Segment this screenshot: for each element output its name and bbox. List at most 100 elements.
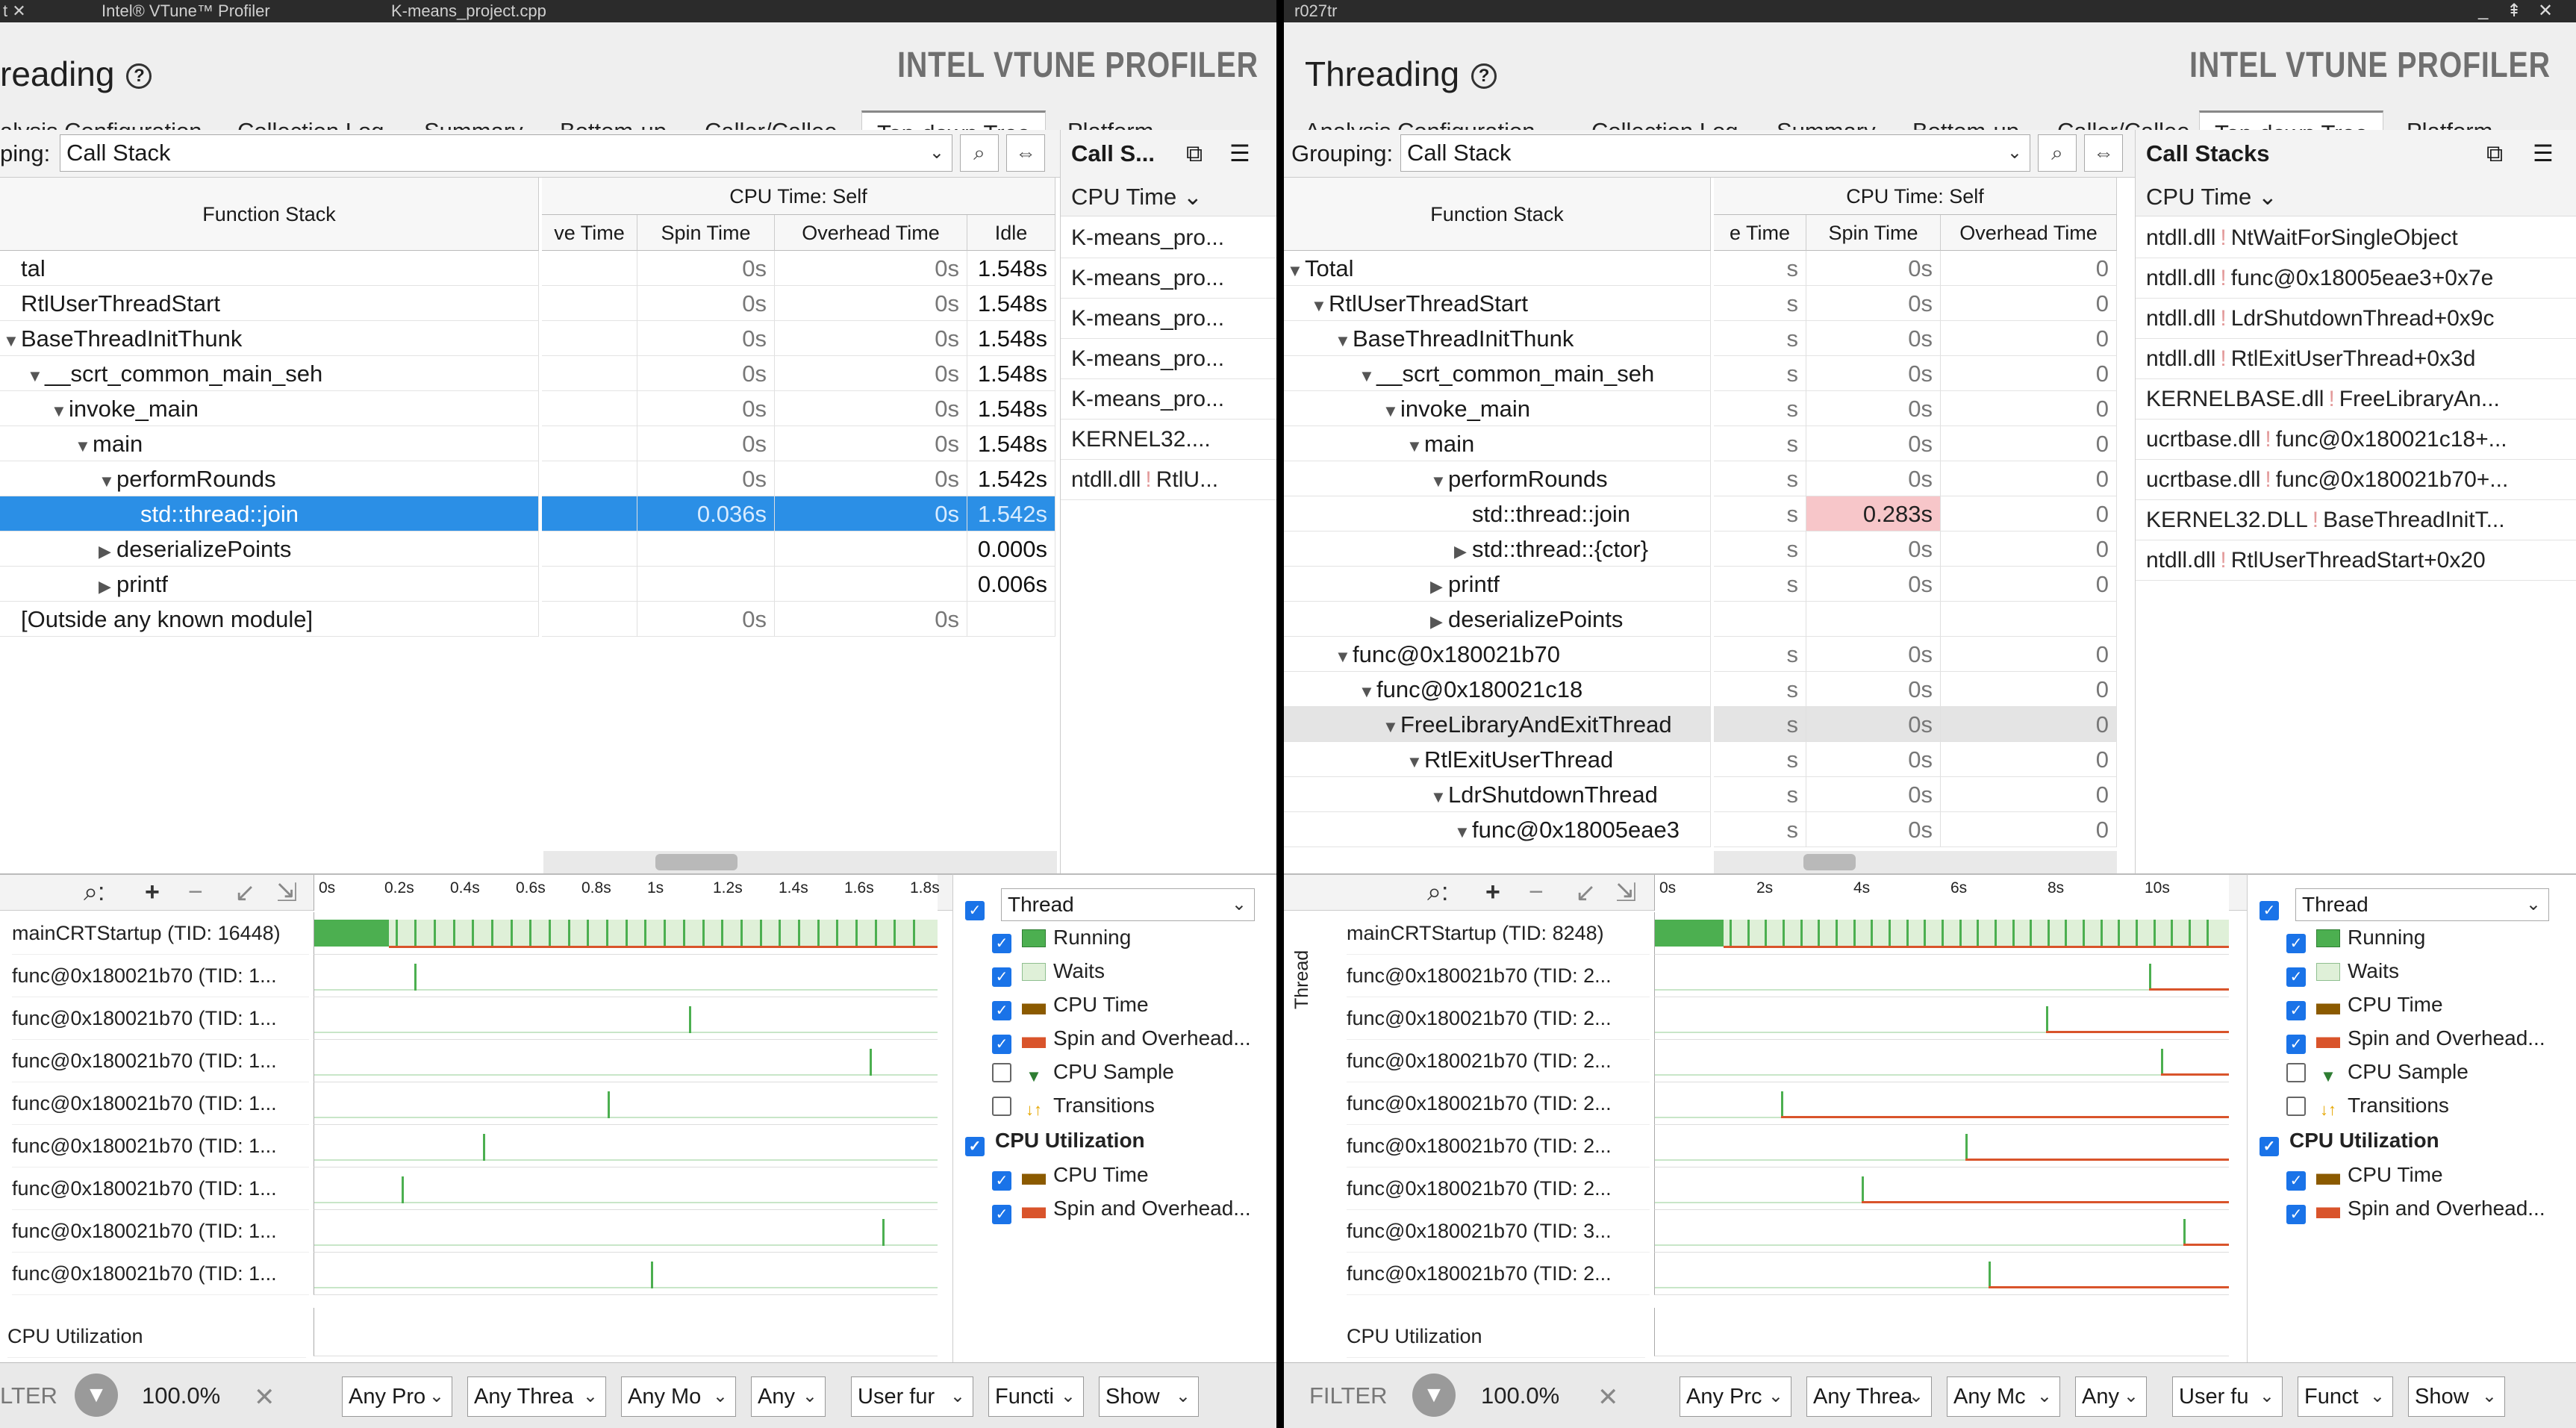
table-row[interactable]: ▶ deserializePoints 0.000s [0,531,1055,567]
thread-track[interactable] [1654,912,2229,955]
reset-zoom-icon[interactable]: ⇲ [1615,878,1637,908]
call-stack-frame[interactable]: K-means_pro... [1061,299,1276,339]
collapse-icon[interactable]: ▼ [75,428,93,461]
legend-section-cpu-utilization[interactable]: ✓ CPU Utilization [2260,1124,2439,1157]
collapse-icon[interactable]: ▼ [1430,464,1448,496]
copy-icon[interactable]: ⧉ [2486,130,2503,178]
function-cell[interactable]: ▶ std::thread::{ctor} [1284,531,1711,567]
legend-subitem[interactable]: ✓ CPU Time [992,1159,1149,1191]
scroll-thumb[interactable] [1803,854,1856,870]
expand-icon[interactable]: ▶ [1430,604,1448,636]
thread-label[interactable]: func@0x180021b70 (TID: 1... [12,1125,309,1167]
legend-item-waits[interactable]: ✓ Waits [992,955,1105,988]
zoom-icon[interactable]: ⌕: [1427,878,1449,907]
table-row[interactable]: ▶ printf s 0s 0 [1284,567,2117,602]
table-row[interactable]: ▶ deserializePoints [1284,602,2117,637]
col-function-stack[interactable]: Function Stack [1284,178,1711,251]
function-cell[interactable]: ▼invoke_main [1284,391,1711,426]
zoom-out-icon[interactable]: − [1529,878,1544,907]
call-stack-frame[interactable]: ntdll.dll! RtlExitUserThread+0x3d [2136,339,2576,379]
thread-label[interactable]: func@0x180021b70 (TID: 2... [1347,1082,1650,1125]
table-row[interactable]: std::thread::join s 0.283s 0 [1284,496,2117,531]
help-icon[interactable]: ? [1471,63,1497,89]
function-cell[interactable]: ▼FreeLibraryAndExitThread [1284,707,1711,742]
table-row[interactable]: ▼invoke_main 0s 0s 1.548s [0,391,1055,426]
call-stack-frame[interactable]: ntdll.dll! NtWaitForSingleObject [2136,218,2576,258]
thread-label[interactable]: func@0x180021b70 (TID: 1... [12,955,309,997]
table-row[interactable]: ▼FreeLibraryAndExitThread s 0s 0 [1284,707,2117,742]
col-idle[interactable]: Idle [967,215,1055,251]
thread-track[interactable] [1654,1167,2229,1210]
checkbox[interactable]: ✓ [965,1137,985,1156]
thread-label[interactable]: func@0x180021b70 (TID: 1... [12,1082,309,1125]
collapse-icon[interactable]: ▼ [1382,393,1400,425]
function-cell[interactable]: ▼invoke_main [0,391,539,426]
table-row[interactable]: ▼BaseThreadInitThunk s 0s 0 [1284,321,2117,356]
filter-dropdown[interactable]: Any Threa ⌄ [1806,1376,1932,1417]
function-cell[interactable]: ▼func@0x18005eae3 [1284,812,1711,847]
zoom-icon[interactable]: ⌕: [84,878,105,907]
grid-hscroll[interactable] [1714,851,2117,873]
function-cell[interactable]: ▶ deserializePoints [1284,602,1711,637]
clear-filter-icon[interactable]: ✕ [254,1382,275,1412]
collapse-icon[interactable]: ▼ [1454,814,1472,846]
col-spin-time[interactable]: Spin Time [637,215,775,251]
zoom-in-icon[interactable]: + [145,878,160,907]
legend-grouping-select[interactable]: Thread ⌄ [1001,888,1255,921]
settings-icon[interactable]: ☰ [2533,130,2554,178]
thread-track[interactable] [1654,1253,2229,1295]
call-stack-frame[interactable]: ntdll.dll! LdrShutdownThread+0x9c [2136,299,2576,339]
function-cell[interactable]: ▼performRounds [1284,461,1711,496]
grouping-select[interactable]: Call Stack ⌄ [1400,134,2030,172]
collapse-icon[interactable]: ▼ [1335,639,1353,671]
zoom-out-icon[interactable]: − [188,878,203,907]
thread-track[interactable] [314,997,938,1040]
collapse-icon[interactable]: ▼ [1406,744,1424,776]
function-cell[interactable]: [Outside any known module] [0,602,539,637]
thread-label[interactable]: func@0x180021b70 (TID: 2... [1347,997,1650,1040]
copy-icon[interactable]: ⧉ [1186,130,1203,178]
thread-track[interactable] [1654,1125,2229,1167]
col-overhead-time[interactable]: Overhead Time [775,215,967,251]
checkbox[interactable]: ✓ [992,1001,1011,1020]
table-row[interactable]: ▼func@0x18005eae3 s 0s 0 [1284,812,2117,847]
pane-splitter[interactable] [1276,0,1284,1428]
thread-track[interactable] [314,912,938,955]
thread-track[interactable] [314,1167,938,1210]
thread-track[interactable] [314,1082,938,1125]
legend-subitem[interactable]: ✓ Spin and Overhead... [992,1192,1251,1225]
function-cell[interactable]: ▼BaseThreadInitThunk [0,321,539,356]
function-cell[interactable]: ▼func@0x180021b70 [1284,637,1711,672]
undo-zoom-icon[interactable]: ↙ [1575,878,1597,908]
function-cell[interactable]: ▼RtlUserThreadStart [1284,286,1711,321]
table-row[interactable]: std::thread::join 0.036s 0s 1.542s [0,496,1055,531]
thread-legend-toggle[interactable]: ✓ [965,888,995,921]
checkbox[interactable]: ✓ [2286,967,2306,987]
collapse-icon[interactable]: ▼ [99,464,116,496]
reset-zoom-icon[interactable]: ⇲ [276,878,298,908]
table-row[interactable]: ▼RtlExitUserThread s 0s 0 [1284,742,2117,777]
thread-track[interactable] [1654,1210,2229,1253]
checkbox[interactable]: ✓ [992,1035,1011,1054]
collapse-icon[interactable]: ▼ [1311,288,1329,320]
table-row[interactable]: ▼LdrShutdownThread s 0s 0 [1284,777,2117,812]
legend-item-transitions[interactable]: ↓↑ Transitions [992,1089,1155,1122]
undo-zoom-icon[interactable]: ↙ [234,878,256,908]
filter-dropdown[interactable]: Any Mo ⌄ [621,1376,736,1417]
function-cell[interactable]: ▶ printf [0,567,539,602]
filter-dropdown[interactable]: User fur ⌄ [851,1376,973,1417]
call-stack-frame[interactable]: ucrtbase.dll! func@0x180021b70+... [2136,460,2576,500]
table-row[interactable]: ▼BaseThreadInitThunk 0s 0s 1.548s [0,321,1055,356]
collapse-icon[interactable]: ▼ [1430,779,1448,811]
legend-section-cpu-utilization[interactable]: ✓ CPU Utilization [965,1124,1145,1157]
collapse-icon[interactable]: ▼ [1359,674,1376,706]
collapse-icon[interactable]: ▼ [27,358,45,390]
col-overhead-time[interactable]: Overhead Time [1941,215,2117,251]
checkbox[interactable]: ✓ [992,1205,1011,1224]
table-row[interactable]: ▼__scrt_common_main_seh s 0s 0 [1284,356,2117,391]
expand-icon[interactable]: ▶ [99,534,116,566]
thread-legend-toggle[interactable]: ✓ [2260,888,2289,921]
legend-grouping-select[interactable]: Thread ⌄ [2295,888,2549,921]
checkbox[interactable]: ✓ [992,967,1011,987]
call-stack-frame[interactable]: K-means_pro... [1061,379,1276,420]
